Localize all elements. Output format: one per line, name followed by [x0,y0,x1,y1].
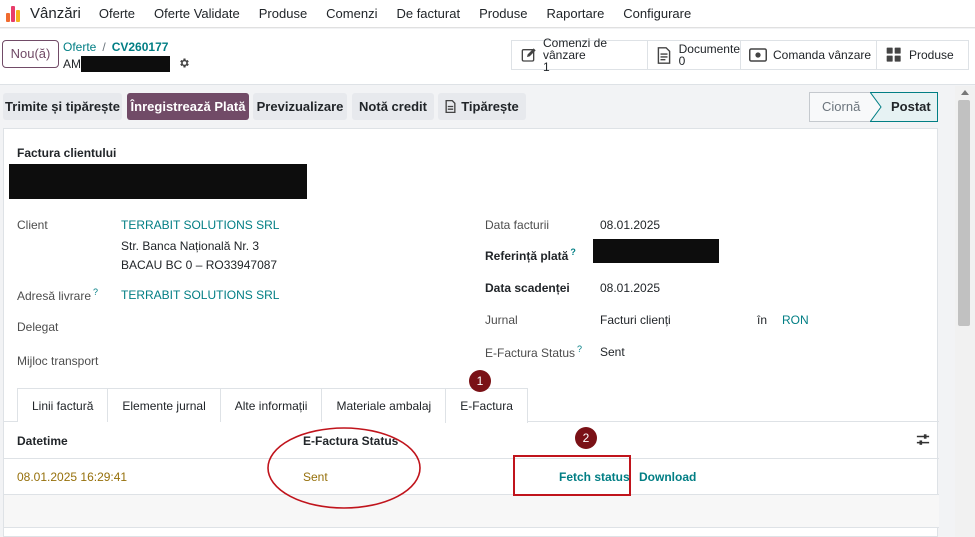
smart-button-label: Comenzi de vânzare [543,36,608,62]
client-street: Str. Banca Națională Nr. 3 [121,239,260,253]
document-icon [656,46,673,64]
tab-other-info[interactable]: Alte informații [219,388,323,422]
table-empty-row [4,495,939,528]
client-label: Client [17,218,48,232]
delivery-address-link[interactable]: TERRABIT SOLUTIONS SRL [121,288,279,302]
breadcrumb-current-link[interactable]: CV260177 [112,40,169,54]
nav-item-configurare[interactable]: Configurare [623,6,691,21]
stage-arrow [870,92,882,122]
efactura-status-value: Sent [600,345,625,359]
nav-item-comenzi[interactable]: Comenzi [326,6,377,21]
payment-reference-label: Referință plată? [485,247,576,263]
print-document-icon [445,95,456,122]
smart-button-documents[interactable]: Documente 0 [647,40,741,70]
invoice-date-value[interactable]: 08.01.2025 [600,218,660,232]
currency-link[interactable]: RON [782,313,809,327]
send-print-button[interactable]: Trimite și tipărește [3,93,122,120]
money-icon [749,46,767,64]
smart-button-count: 0 [678,54,686,68]
smart-button-label: Comanda vânzare [773,48,872,62]
scroll-thumb[interactable] [958,100,970,326]
nav-item-oferte-validate[interactable]: Oferte Validate [154,6,240,21]
smart-button-products[interactable]: Produse [876,40,969,70]
help-icon[interactable]: ? [570,247,576,257]
page-scrollbar[interactable] [955,86,975,537]
nav-item-produse-2[interactable]: Produse [479,6,527,21]
gear-icon[interactable] [178,57,190,72]
edit-icon [520,46,537,64]
smart-button-label: Documente [678,42,740,56]
sales-app-icon[interactable] [6,5,22,22]
redacted-payment-reference [593,239,719,263]
redacted-invoice-number [9,164,307,199]
tab-invoice-lines[interactable]: Linii factură [17,388,109,422]
smart-button-sale-order[interactable]: Comanda vânzare [740,40,877,70]
client-link[interactable]: TERRABIT SOLUTIONS SRL [121,218,279,232]
due-date-value[interactable]: 08.01.2025 [600,281,660,295]
efactura-status-label: E-Factura Status? [485,344,583,360]
credit-note-button[interactable]: Notă credit [352,93,434,120]
client-city: BACAU BC 0 – RO33947087 [121,258,278,272]
help-icon[interactable]: ? [577,344,582,354]
tab-journal-items[interactable]: Elemente jurnal [107,388,221,422]
notebook-tabs: Linii factură Elemente jurnal Alte infor… [17,388,528,423]
tab-packaging-materials[interactable]: Materiale ambalaj [321,388,447,422]
status-stages: Ciornă Postat [809,92,938,122]
control-panel: Nou(ă) Oferte / CV260177 AM Comenzi de vân… [0,29,975,85]
journal-value[interactable]: Facturi clienți [600,313,671,327]
annotation-ellipse [267,427,421,509]
efactura-table-header: Datetime E-Factura Status [4,422,939,459]
breadcrumb-separator: / [102,40,106,54]
invoice-date-label: Data facturii [485,218,550,232]
record-prefix: AM [63,57,81,71]
app-title[interactable]: Vânzări [30,5,81,22]
currency-in-label: în [757,313,768,327]
smart-button-sales-orders[interactable]: Comenzi de vânzare 1 [511,37,648,73]
help-icon[interactable]: ? [93,287,98,297]
scroll-up-icon[interactable] [955,86,975,98]
download-button[interactable]: Download [639,470,696,484]
new-button[interactable]: Nou(ă) [2,40,59,68]
nav-item-raportare[interactable]: Raportare [546,6,604,21]
top-navbar: Vânzări Oferte Oferte Validate Produse C… [0,0,975,28]
nav-item-de-facturat[interactable]: De facturat [396,6,460,21]
annotation-marker-1: 1 [469,370,491,392]
column-header-datetime[interactable]: Datetime [17,434,68,448]
preview-button[interactable]: Previzualizare [253,93,347,120]
nav-item-oferte[interactable]: Oferte [99,6,135,21]
breadcrumb: Oferte / CV260177 [63,40,168,54]
annotation-marker-2: 2 [575,427,597,449]
delegate-label: Delegat [17,320,59,334]
register-payment-button[interactable]: Înregistrează Plată [127,93,249,120]
invoice-sheet: Factura clientului Client TERRABIT SOLUT… [3,128,939,537]
delivery-address-label: Adresă livrare? [17,287,99,303]
table-row[interactable]: 08.01.2025 16:29:41 Sent Fetch status Do… [4,459,939,495]
status-bar: Trimite și tipărește Înregistrează Plată… [0,86,955,126]
transport-label: Mijloc transport [17,354,99,368]
nav-item-produse[interactable]: Produse [259,6,307,21]
print-button-label: Tipărește [461,99,519,114]
stage-draft[interactable]: Ciornă [809,92,871,122]
journal-label: Jurnal [485,313,518,327]
annotation-rectangle [513,455,631,496]
optional-columns-icon[interactable] [916,433,930,450]
print-button[interactable]: Tipărește [438,93,526,120]
due-date-label: Data scadenței [485,281,570,295]
row-datetime: 08.01.2025 16:29:41 [17,470,128,484]
redacted-record-name [81,56,170,72]
invoice-type-label: Factura clientului [17,146,117,160]
record-name: AM [63,56,190,72]
grid-icon [885,46,903,64]
breadcrumb-parent-link[interactable]: Oferte [63,40,96,54]
smart-button-label: Produse [909,48,954,62]
tab-efactura[interactable]: E-Factura [445,388,528,423]
smart-button-count: 1 [543,60,550,74]
